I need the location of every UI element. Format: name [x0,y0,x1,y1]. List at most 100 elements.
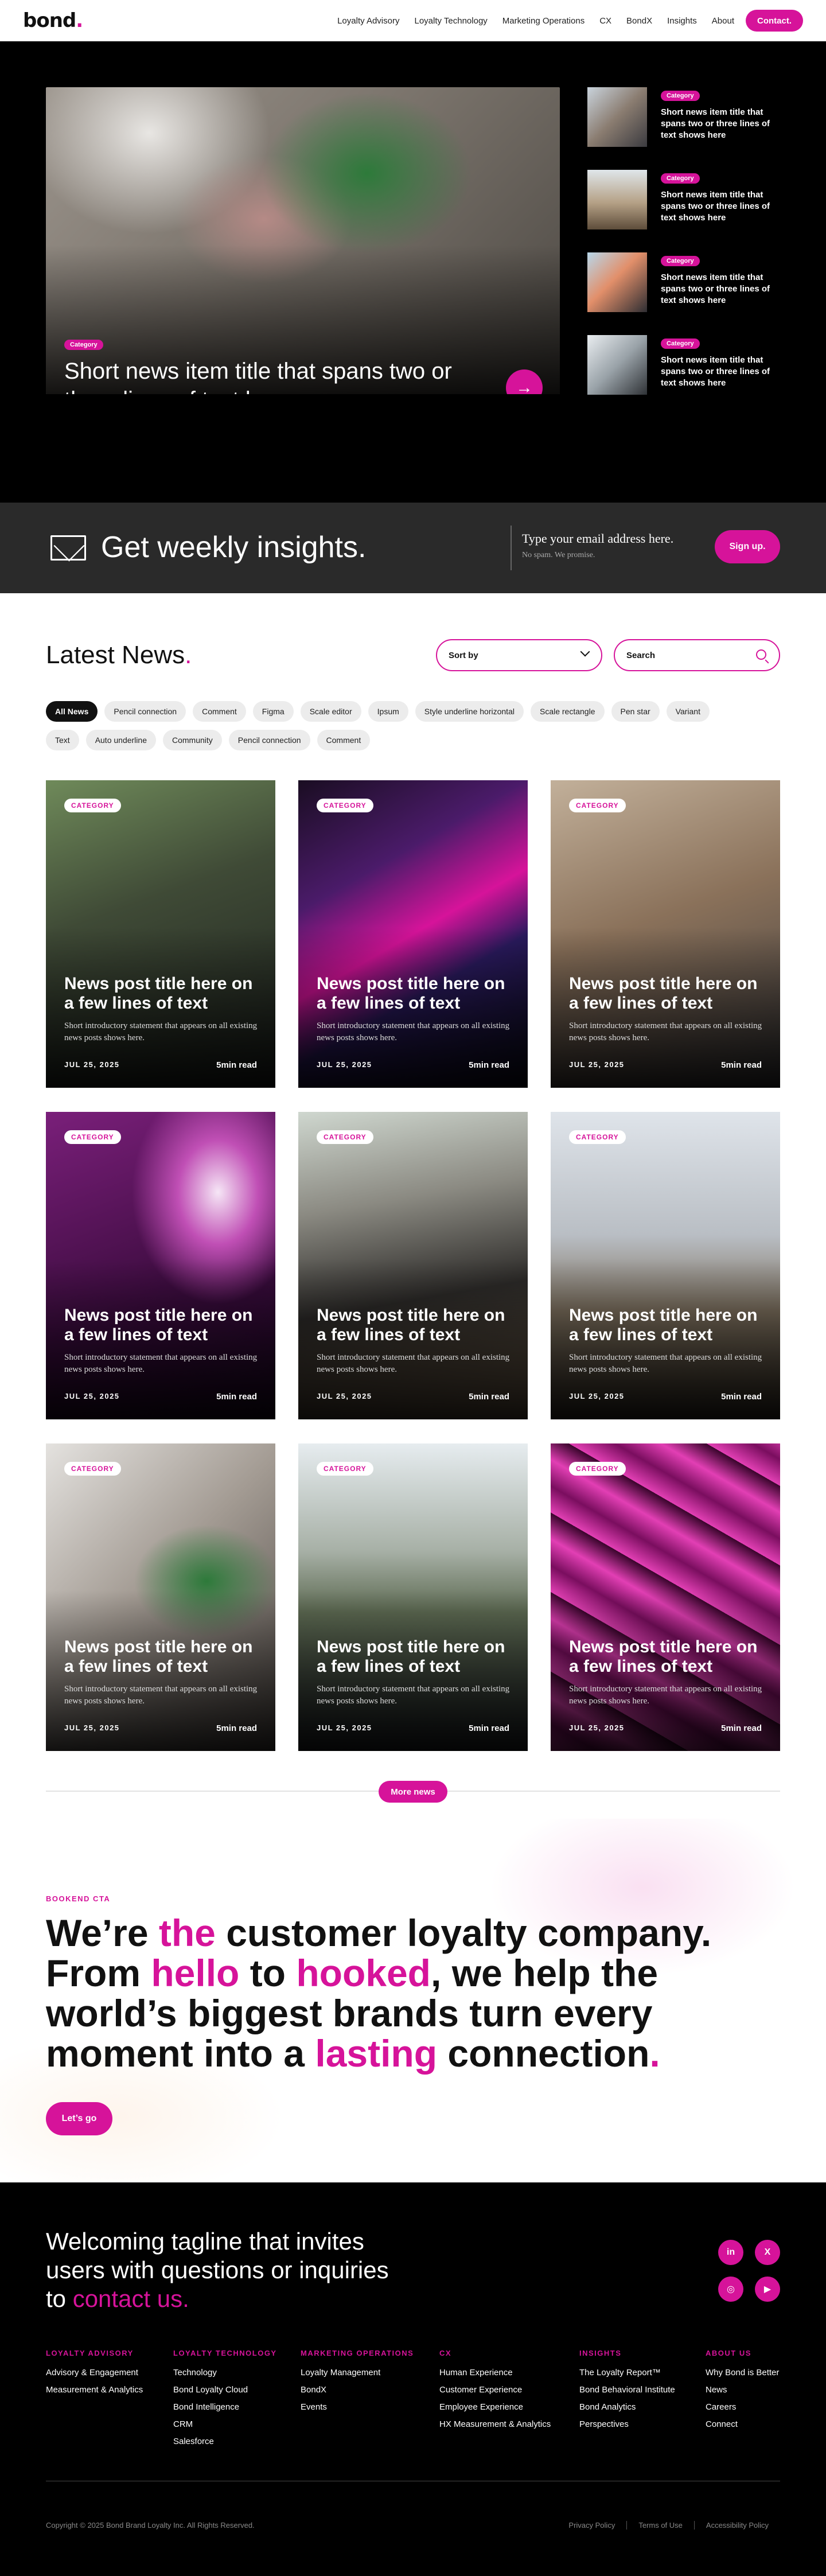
youtube-icon[interactable]: ▶ [755,2277,780,2302]
tag-filter[interactable]: Variant [666,701,710,722]
side-news-item[interactable]: Category Short news item title that span… [587,170,780,229]
sort-dropdown[interactable]: Sort by [436,639,602,671]
tag-filter[interactable]: Auto underline [85,730,156,750]
hero-title[interactable]: Short news item title that spans two or … [64,357,489,394]
footer-link[interactable]: Careers [706,2399,779,2416]
envelope-icon [50,535,86,561]
sort-label: Sort by [449,650,478,660]
linkedin-icon[interactable]: in [718,2240,743,2265]
instagram-icon[interactable]: ◎ [718,2277,743,2302]
card-title[interactable]: News post title here on a few lines of t… [317,1637,512,1676]
arrow-right-icon[interactable]: → [506,369,543,394]
side-news-item[interactable]: Category Short news item title that span… [587,335,780,395]
news-card[interactable]: CATEGORY News post title here on a few l… [551,1443,780,1751]
card-title[interactable]: News post title here on a few lines of t… [569,1637,764,1676]
side-news-thumbnail[interactable] [587,335,647,395]
nav-link-cx[interactable]: CX [599,16,611,26]
footer-column-marketing-operations: MARKETING OPERATIONS Loyalty Management … [301,2349,414,2416]
tag-filter[interactable]: Pencil connection [104,701,186,722]
more-news-button[interactable]: More news [379,1781,447,1803]
footer-link[interactable]: Human Experience [439,2364,551,2382]
bond-logo[interactable]: bond. [23,9,83,32]
nav-link-about[interactable]: About [712,16,734,26]
search-field[interactable] [614,639,780,671]
card-title[interactable]: News post title here on a few lines of t… [64,974,259,1013]
news-card[interactable]: CATEGORY News post title here on a few l… [298,1112,528,1419]
side-news-title[interactable]: Short news item title that spans two or … [661,355,781,389]
news-card[interactable]: CATEGORY News post title here on a few l… [298,1443,528,1751]
contact-us-link[interactable]: contact us. [73,2285,189,2312]
tag-filter[interactable]: Comment [317,730,371,750]
lets-go-button[interactable]: Let’s go [46,2102,112,2135]
card-title[interactable]: News post title here on a few lines of t… [317,1306,512,1345]
card-description: Short introductory statement that appear… [64,1021,258,1042]
news-card[interactable]: CATEGORY News post title here on a few l… [551,780,780,1088]
side-news-title[interactable]: Short news item title that spans two or … [661,107,781,141]
side-news-title[interactable]: Short news item title that spans two or … [661,189,781,224]
footer-link[interactable]: Employee Experience [439,2399,551,2416]
side-news-thumbnail[interactable] [587,87,647,147]
tag-all-news[interactable]: All News [46,701,98,722]
nav-link-loyalty-advisory[interactable]: Loyalty Advisory [337,16,399,26]
news-card[interactable]: CATEGORY News post title here on a few l… [46,780,275,1088]
card-title[interactable]: News post title here on a few lines of t… [317,974,512,1013]
sign-up-button[interactable]: Sign up. [715,530,780,563]
nav-link-insights[interactable]: Insights [667,16,697,26]
footer-link[interactable]: Perspectives [579,2416,675,2433]
tag-filter[interactable]: Pencil connection [228,730,310,750]
news-card[interactable]: CATEGORY News post title here on a few l… [551,1112,780,1419]
card-title[interactable]: News post title here on a few lines of t… [569,1306,764,1345]
tag-filter[interactable]: Figma [252,701,294,722]
news-card[interactable]: CATEGORY News post title here on a few l… [46,1112,275,1419]
card-title[interactable]: News post title here on a few lines of t… [64,1637,259,1676]
tag-filter[interactable]: Community [162,730,222,750]
footer-link[interactable]: Technology [173,2364,277,2382]
news-card[interactable]: CATEGORY News post title here on a few l… [298,780,528,1088]
tag-filter[interactable]: Scale rectangle [530,701,605,722]
side-news-thumbnail[interactable] [587,252,647,312]
footer-link[interactable]: Events [301,2399,414,2416]
tag-filter[interactable]: Pen star [611,701,660,722]
nav-link-marketing-operations[interactable]: Marketing Operations [502,16,585,26]
footer-link[interactable]: Bond Loyalty Cloud [173,2382,277,2399]
footer-link[interactable]: Bond Analytics [579,2399,675,2416]
news-card[interactable]: CATEGORY News post title here on a few l… [46,1443,275,1751]
footer-link[interactable]: News [706,2382,779,2399]
footer-link[interactable]: Salesforce [173,2433,277,2450]
tag-filter[interactable]: Ipsum [368,701,408,722]
terms-of-use-link[interactable]: Terms of Use [626,2521,694,2530]
tag-filter[interactable]: Style underline horizontal [415,701,524,722]
tag-filter[interactable]: Comment [193,701,246,722]
search-input[interactable] [626,650,741,660]
newsletter-email-input[interactable]: Type your email address here. [522,531,706,546]
footer-link[interactable]: Measurement & Analytics [46,2382,143,2399]
footer-link[interactable]: BondX [301,2382,414,2399]
side-news-item[interactable]: Category Short news item title that span… [587,252,780,312]
privacy-policy-link[interactable]: Privacy Policy [557,2521,626,2530]
card-title[interactable]: News post title here on a few lines of t… [64,1306,259,1345]
card-title[interactable]: News post title here on a few lines of t… [569,974,764,1013]
footer-link[interactable]: HX Measurement & Analytics [439,2416,551,2433]
footer-link[interactable]: Advisory & Engagement [46,2364,143,2382]
search-icon[interactable] [756,649,766,660]
footer-link[interactable]: CRM [173,2416,277,2433]
nav-link-bondx[interactable]: BondX [626,16,652,26]
x-icon[interactable]: X [755,2240,780,2265]
footer-link[interactable]: Connect [706,2416,779,2433]
footer-link[interactable]: Bond Intelligence [173,2399,277,2416]
side-news-thumbnail[interactable] [587,170,647,229]
contact-button[interactable]: Contact. [746,10,803,32]
footer-link[interactable]: Why Bond is Better [706,2364,779,2382]
footer-link[interactable]: The Loyalty Report™ [579,2364,675,2382]
tag-filter[interactable]: Text [46,730,79,750]
hero-featured-article[interactable]: Category Short news item title that span… [46,87,560,394]
nav-link-loyalty-technology[interactable]: Loyalty Technology [414,16,487,26]
side-category-badge: Category [661,91,700,101]
footer-link[interactable]: Loyalty Management [301,2364,414,2382]
footer-link[interactable]: Customer Experience [439,2382,551,2399]
tag-filter[interactable]: Scale editor [300,701,361,722]
side-news-item[interactable]: Category Short news item title that span… [587,87,780,147]
side-news-title[interactable]: Short news item title that spans two or … [661,272,781,306]
accessibility-policy-link[interactable]: Accessibility Policy [693,2521,780,2530]
footer-link[interactable]: Bond Behavioral Institute [579,2382,675,2399]
